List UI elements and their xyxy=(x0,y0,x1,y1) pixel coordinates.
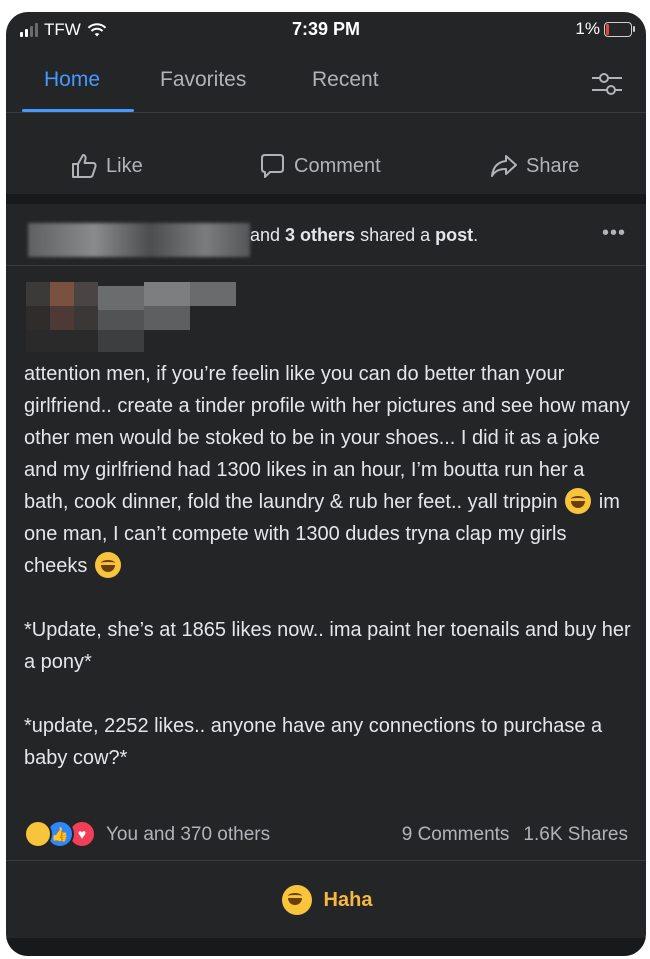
haha-label: Haha xyxy=(323,888,373,911)
blurred-name xyxy=(28,223,250,257)
thumbs-up-icon xyxy=(72,154,97,178)
post-link[interactable]: post xyxy=(435,225,473,245)
like-button[interactable]: Like xyxy=(70,152,143,180)
haha-button[interactable]: Haha xyxy=(6,885,646,915)
more-options-icon[interactable]: ••• xyxy=(602,222,626,245)
comment-icon xyxy=(261,154,284,178)
comment-label: Comment xyxy=(294,154,381,177)
blurred-author xyxy=(26,282,236,354)
filter-icon[interactable] xyxy=(590,70,624,98)
battery-icon xyxy=(604,21,635,37)
comment-button[interactable]: Comment xyxy=(258,152,381,180)
share-label: Share xyxy=(526,154,580,177)
share-icon xyxy=(491,155,517,177)
tab-recent[interactable]: Recent xyxy=(312,68,379,92)
share-button[interactable]: Share xyxy=(490,152,579,180)
post-separator xyxy=(6,194,646,204)
tab-home[interactable]: Home xyxy=(44,68,100,92)
like-label: Like xyxy=(106,154,143,177)
reaction-icons: 👍 ♥ xyxy=(24,820,104,850)
reaction-bar: Haha xyxy=(6,860,646,939)
haha-reaction-icon xyxy=(24,820,52,848)
post-actions: Like Comment Share xyxy=(6,112,646,202)
laughing-emoji-icon xyxy=(94,552,121,578)
battery-percent: 1% xyxy=(575,19,600,38)
shares-count[interactable]: 1.6K Shares xyxy=(523,824,628,845)
post-paragraph-1: attention men, if you’re feelin like you… xyxy=(24,363,630,513)
post-body: attention men, if you’re feelin like you… xyxy=(24,358,632,774)
haha-icon xyxy=(281,885,312,915)
others-link[interactable]: 3 others xyxy=(285,225,355,245)
reaction-summary[interactable]: 👍 ♥ You and 370 others 9 Comments 1.6K Sh… xyxy=(6,820,646,862)
shared-text: and 3 others shared a post. xyxy=(250,225,479,245)
status-bar: TFW 7:39 PM 1% xyxy=(6,12,646,48)
shared-by-header: and 3 others shared a post. ••• xyxy=(6,207,646,266)
post-paragraph-3: *update, 2252 likes.. anyone have any co… xyxy=(24,715,603,769)
post-paragraph-2: *Update, she’s at 1865 likes now.. ima p… xyxy=(24,619,631,673)
reactors-text[interactable]: You and 370 others xyxy=(106,824,270,846)
feed-tabs: Home Favorites Recent xyxy=(6,56,646,113)
phone-screen: TFW 7:39 PM 1% Home Favorites Recent Lik… xyxy=(6,12,646,956)
bottom-separator xyxy=(6,938,646,956)
battery-status: 1% xyxy=(575,19,635,39)
comments-count[interactable]: 9 Comments xyxy=(402,824,510,845)
laughing-emoji-icon xyxy=(565,488,592,514)
clock: 7:39 PM xyxy=(291,19,361,39)
engagement-counts: 9 Comments 1.6K Shares xyxy=(388,824,628,846)
tab-favorites[interactable]: Favorites xyxy=(160,68,246,92)
